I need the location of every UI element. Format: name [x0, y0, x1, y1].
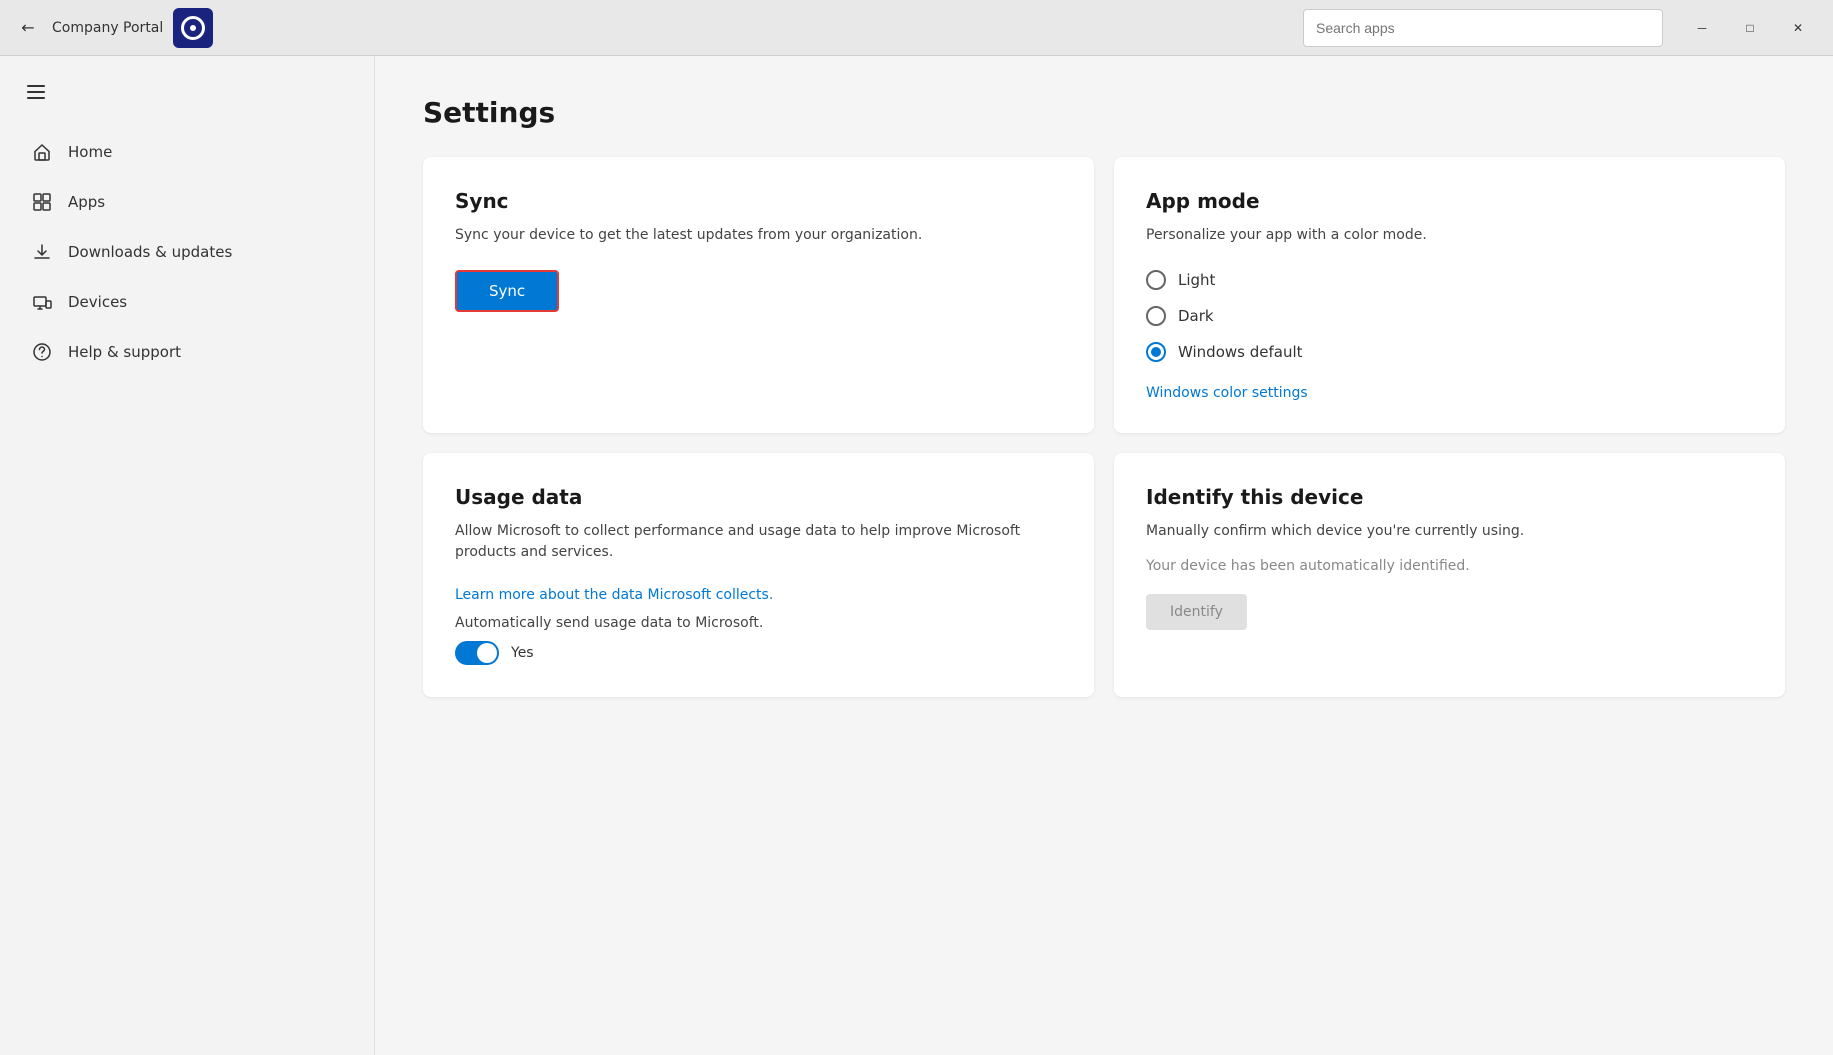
main-content: Settings Sync Sync your device to get th…: [375, 56, 1833, 1055]
home-icon: [32, 142, 52, 162]
sidebar-downloads-label: Downloads & updates: [68, 243, 232, 261]
usage-data-card: Usage data Allow Microsoft to collect pe…: [423, 453, 1094, 697]
radio-windows-default-label: Windows default: [1178, 343, 1303, 361]
sync-card-desc: Sync your device to get the latest updat…: [455, 225, 1062, 246]
app-name: Company Portal: [52, 20, 163, 36]
sidebar-devices-label: Devices: [68, 293, 127, 311]
sync-button[interactable]: Sync: [455, 270, 559, 312]
hamburger-line-2: [27, 91, 45, 93]
sidebar-item-home[interactable]: Home: [8, 128, 366, 176]
hamburger-menu[interactable]: [16, 72, 56, 112]
close-button[interactable]: ✕: [1775, 12, 1821, 44]
sync-card: Sync Sync your device to get the latest …: [423, 157, 1094, 433]
search-input[interactable]: [1303, 9, 1663, 47]
app-icon-ring: [181, 16, 205, 40]
radio-light[interactable]: Light: [1146, 270, 1753, 290]
downloads-icon: [32, 242, 52, 262]
radio-windows-default-dot: [1151, 347, 1161, 357]
radio-windows-default[interactable]: Windows default: [1146, 342, 1753, 362]
identify-device-desc: Manually confirm which device you're cur…: [1146, 521, 1753, 542]
usage-data-toggle[interactable]: [455, 641, 499, 665]
learn-more-link[interactable]: Learn more about the data Microsoft coll…: [455, 587, 1062, 603]
apps-icon: [32, 192, 52, 212]
cards-grid: Sync Sync your device to get the latest …: [423, 157, 1785, 697]
window-controls: ─ □ ✕: [1679, 12, 1821, 44]
toggle-yes-label: Yes: [511, 645, 534, 661]
radio-light-circle: [1146, 270, 1166, 290]
back-icon: ←: [21, 18, 34, 37]
sync-card-title: Sync: [455, 189, 1062, 213]
sidebar-item-help[interactable]: Help & support: [8, 328, 366, 376]
sidebar-item-devices[interactable]: Devices: [8, 278, 366, 326]
sidebar-home-label: Home: [68, 143, 112, 161]
app-mode-card: App mode Personalize your app with a col…: [1114, 157, 1785, 433]
radio-dark-label: Dark: [1178, 307, 1214, 325]
app-mode-card-desc: Personalize your app with a color mode.: [1146, 225, 1753, 246]
app-mode-card-title: App mode: [1146, 189, 1753, 213]
identify-auto-text: Your device has been automatically ident…: [1146, 558, 1753, 574]
help-icon: [32, 342, 52, 362]
app-body: Home Apps Downloads & upda: [0, 56, 1833, 1055]
devices-icon: [32, 292, 52, 312]
identify-device-card: Identify this device Manually confirm wh…: [1114, 453, 1785, 697]
app-mode-radio-group: Light Dark Windows default: [1146, 270, 1753, 362]
radio-dark[interactable]: Dark: [1146, 306, 1753, 326]
toggle-knob: [477, 643, 497, 663]
identify-device-title: Identify this device: [1146, 485, 1753, 509]
usage-data-card-title: Usage data: [455, 485, 1062, 509]
auto-send-label: Automatically send usage data to Microso…: [455, 615, 1062, 631]
radio-windows-default-circle: [1146, 342, 1166, 362]
hamburger-line-1: [27, 85, 45, 87]
windows-color-settings-link[interactable]: Windows color settings: [1146, 385, 1308, 401]
back-button[interactable]: ←: [12, 12, 44, 44]
maximize-button[interactable]: □: [1727, 12, 1773, 44]
hamburger-line-3: [27, 97, 45, 99]
toggle-row: Yes: [455, 641, 1062, 665]
titlebar: ← Company Portal ─ □ ✕: [0, 0, 1833, 56]
app-icon: [173, 8, 213, 48]
identify-button[interactable]: Identify: [1146, 594, 1247, 630]
page-title: Settings: [423, 96, 1785, 129]
sidebar-item-downloads[interactable]: Downloads & updates: [8, 228, 366, 276]
usage-data-card-desc: Allow Microsoft to collect performance a…: [455, 521, 1062, 563]
sidebar-help-label: Help & support: [68, 343, 181, 361]
sidebar-item-apps[interactable]: Apps: [8, 178, 366, 226]
sidebar: Home Apps Downloads & upda: [0, 56, 375, 1055]
sidebar-apps-label: Apps: [68, 193, 105, 211]
app-icon-dot: [190, 25, 196, 31]
minimize-button[interactable]: ─: [1679, 12, 1725, 44]
radio-dark-circle: [1146, 306, 1166, 326]
radio-light-label: Light: [1178, 271, 1215, 289]
